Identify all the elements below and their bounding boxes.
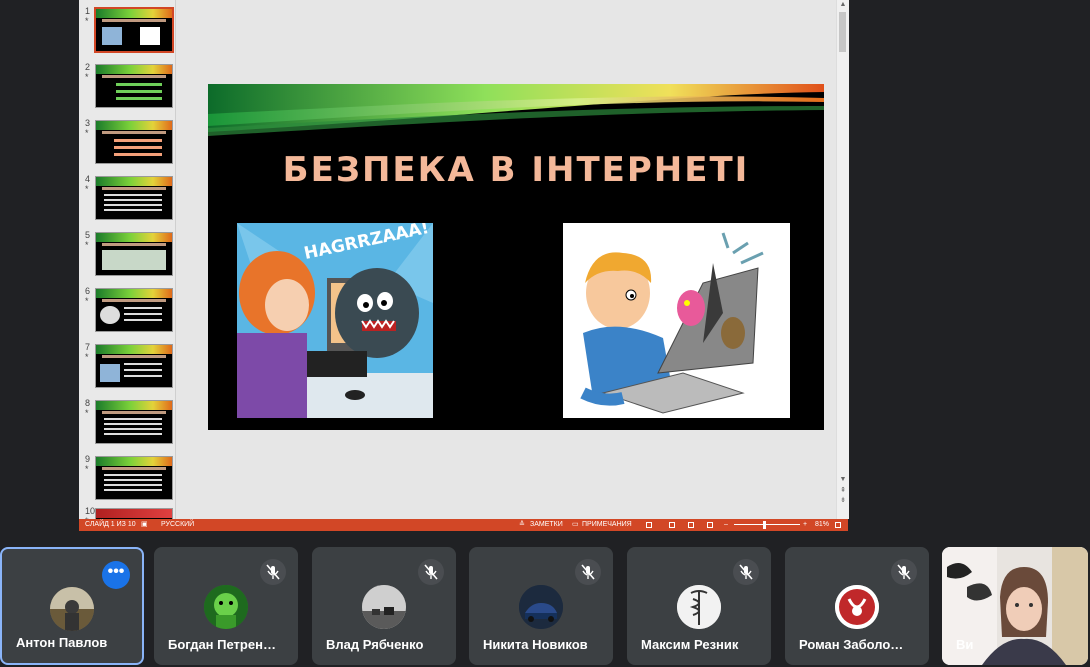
- zoom-slider-knob[interactable]: [763, 521, 766, 529]
- slideshow-icon[interactable]: [707, 522, 713, 528]
- slide-sorter-icon[interactable]: [669, 522, 675, 528]
- comments-button[interactable]: ПРИМЕЧАНИЯ: [582, 519, 632, 531]
- thumbnail-number: 1: [85, 6, 91, 16]
- avatar: [362, 585, 406, 629]
- mic-off-icon: [575, 559, 601, 585]
- participant-name: Антон Павлов: [16, 635, 108, 650]
- slide-thumbnail-2[interactable]: 2 *: [79, 62, 175, 114]
- thumbnail-preview: [95, 232, 173, 276]
- thumbnail-star: *: [85, 296, 89, 306]
- zoom-in-icon[interactable]: +: [803, 519, 807, 531]
- slide-editing-area[interactable]: БЕЗПЕКА В ІНТЕРНЕТІ HAGRRZAAA!: [176, 0, 835, 519]
- thumbnail-star: *: [85, 240, 89, 250]
- slide-thumbnail-3[interactable]: 3 *: [79, 118, 175, 170]
- participant-tile[interactable]: ••• Антон Павлов: [0, 547, 144, 665]
- participant-name: Богдан Петрен…: [168, 637, 276, 652]
- green-swoosh-decoration: [208, 84, 824, 136]
- mic-off-icon: [891, 559, 917, 585]
- mic-off-icon: [260, 559, 286, 585]
- thumbnail-preview: [95, 344, 173, 388]
- thumbnail-preview: [95, 64, 173, 108]
- thumbnail-star: *: [85, 352, 89, 362]
- thumbnail-preview: [95, 508, 173, 519]
- participant-tile[interactable]: Ви: [942, 547, 1088, 665]
- thumbnail-number: 2: [85, 62, 91, 72]
- slide-thumbnail-8[interactable]: 8 *: [79, 398, 175, 450]
- avatar: [835, 585, 879, 629]
- shared-screen: 1 * 2 * 3 * 4 * 5 * 6 * 7 * 8 * 9 * 10 Б…: [79, 0, 849, 531]
- thumbnail-preview: [95, 456, 173, 500]
- mic-off-icon: [418, 559, 444, 585]
- slide-thumbnail-5[interactable]: 5 *: [79, 230, 175, 282]
- comments-icon[interactable]: ▭: [572, 519, 579, 531]
- avatar: [50, 587, 94, 631]
- thumbnail-preview: [95, 400, 173, 444]
- thumbnail-number: 5: [85, 230, 91, 240]
- thumbnail-preview: [95, 176, 173, 220]
- thumbnail-number: 10: [85, 506, 96, 516]
- thumbnail-number: 6: [85, 286, 91, 296]
- thumbnail-number: 9: [85, 454, 91, 464]
- thumbnail-number: 3: [85, 118, 91, 128]
- scroll-down-icon[interactable]: ▼: [838, 476, 848, 484]
- thumbnail-preview: [94, 7, 174, 53]
- zoom-slider[interactable]: [734, 524, 800, 525]
- participant-name: Влад Рябченко: [326, 637, 424, 652]
- scroll-up-icon[interactable]: ▲: [838, 1, 848, 9]
- thumbnail-star: *: [85, 16, 89, 26]
- slide-thumbnail-10[interactable]: 10 *: [79, 506, 175, 519]
- participant-name: Роман Заболо…: [799, 637, 904, 652]
- avatar: [519, 585, 563, 629]
- participant-name: Ви: [956, 637, 974, 652]
- slide-thumbnail-7[interactable]: 7 *: [79, 342, 175, 394]
- participant-tile[interactable]: Богдан Петрен…: [154, 547, 298, 665]
- spellcheck-icon[interactable]: ▣: [141, 519, 148, 531]
- vertical-scrollbar[interactable]: ▲ ▼ ⇞ ⇟: [836, 0, 849, 519]
- thumbnail-preview: [95, 120, 173, 164]
- thumbnail-number: 8: [85, 398, 91, 408]
- participant-name: Максим Резник: [641, 637, 739, 652]
- slide-thumbnail-panel[interactable]: 1 * 2 * 3 * 4 * 5 * 6 * 7 * 8 * 9 * 10: [79, 0, 176, 519]
- thumbnail-star: *: [85, 464, 89, 474]
- next-slide-icon[interactable]: ⇟: [838, 497, 848, 505]
- slide-thumbnail-9[interactable]: 9 *: [79, 454, 175, 506]
- more-options-icon[interactable]: •••: [102, 561, 130, 589]
- scroll-thumb[interactable]: [839, 12, 846, 52]
- participant-tile[interactable]: Никита Новиков: [469, 547, 613, 665]
- language-indicator[interactable]: РУССКИЙ: [161, 519, 194, 531]
- slide-counter: СЛАЙД 1 ИЗ 10: [85, 521, 136, 528]
- thumbnail-star: *: [85, 128, 89, 138]
- participant-name: Никита Новиков: [483, 637, 588, 652]
- thumbnail-star: *: [85, 184, 89, 194]
- fit-slide-icon[interactable]: [835, 522, 841, 528]
- thumbnail-star: *: [85, 72, 89, 82]
- thumbnail-preview: [95, 288, 173, 332]
- participant-tile[interactable]: Максим Резник: [627, 547, 771, 665]
- girl-at-computer-illustration: HAGRRZAAA!: [237, 223, 433, 418]
- thumbnail-number: 7: [85, 342, 91, 352]
- thumbnail-number: 4: [85, 174, 91, 184]
- slide-thumbnail-1[interactable]: 1 *: [79, 6, 175, 58]
- thumbnail-star: *: [85, 408, 89, 418]
- slide-thumbnail-4[interactable]: 4 *: [79, 174, 175, 226]
- reading-view-icon[interactable]: [688, 522, 694, 528]
- current-slide[interactable]: БЕЗПЕКА В ІНТЕРНЕТІ HAGRRZAAA!: [208, 84, 824, 430]
- avatar: [677, 585, 721, 629]
- boy-with-monsters-illustration: [563, 223, 790, 418]
- notes-icon[interactable]: ≙: [519, 519, 525, 531]
- mic-off-icon: [733, 559, 759, 585]
- normal-view-icon[interactable]: [646, 522, 652, 528]
- zoom-out-icon[interactable]: –: [724, 519, 728, 531]
- slide-thumbnail-6[interactable]: 6 *: [79, 286, 175, 338]
- participant-tile[interactable]: Роман Заболо…: [785, 547, 929, 665]
- zoom-level[interactable]: 81%: [815, 519, 829, 531]
- participant-tile[interactable]: Влад Рябченко: [312, 547, 456, 665]
- avatar: [204, 585, 248, 629]
- slide-title: БЕЗПЕКА В ІНТЕРНЕТІ: [282, 150, 750, 190]
- previous-slide-icon[interactable]: ⇞: [838, 487, 848, 495]
- notes-button[interactable]: ЗАМЕТКИ: [530, 519, 563, 531]
- powerpoint-status-bar: СЛАЙД 1 ИЗ 10 ▣ РУССКИЙ ≙ ЗАМЕТКИ ▭ ПРИМ…: [79, 519, 848, 531]
